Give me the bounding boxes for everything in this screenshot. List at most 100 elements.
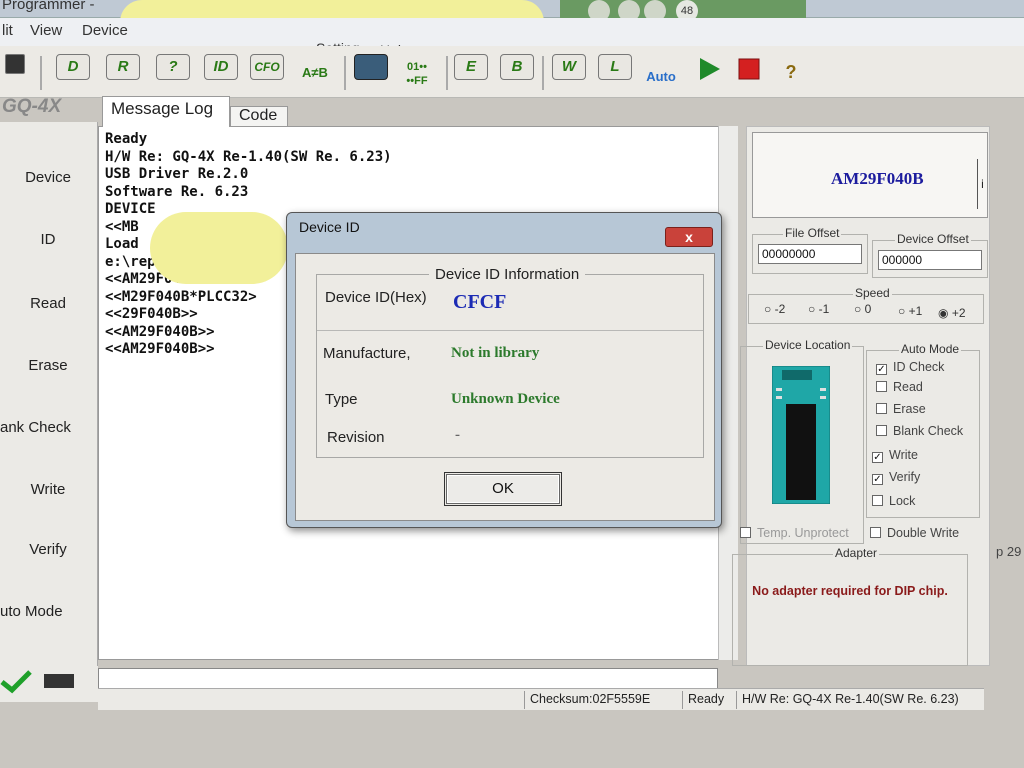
info-row-manufacture: Manufacture, Not in library — [317, 331, 703, 379]
manufacture-value: Not in library — [451, 345, 540, 361]
temp-unprotect-checkbox[interactable]: Temp. Unprotect — [740, 526, 849, 540]
sidebar-item-blank-check[interactable]: ank Check — [0, 408, 96, 448]
device-offset-field[interactable]: 000000 — [878, 250, 982, 270]
revision-value: - — [455, 427, 460, 443]
save-icon[interactable] — [2, 54, 28, 92]
auto-read-checkbox[interactable]: Read — [876, 380, 923, 394]
info-row-device-id: Device ID(Hex) CFCF — [317, 281, 703, 331]
speed-radio-plus1[interactable]: ○ +1 — [898, 304, 922, 318]
run-icon[interactable] — [690, 54, 728, 92]
speed-radio-minus2[interactable]: ○ -2 — [764, 302, 785, 316]
speed-radio-0[interactable]: ○ 0 — [854, 302, 871, 316]
sidebar: Device ID Read Erase ank Check Write Ver… — [0, 122, 98, 666]
device-location-label: Device Location — [763, 338, 853, 352]
info-row-revision: Revision - — [317, 419, 703, 457]
double-write-checkbox[interactable]: Double Write — [870, 526, 959, 540]
clipped-edge-text: p 29 — [996, 544, 1022, 559]
menu-view[interactable]: View — [30, 22, 62, 39]
info-row-type: Type Unknown Device — [317, 379, 703, 419]
toolbar-separator — [40, 56, 42, 90]
erase-icon[interactable]: E — [452, 54, 490, 92]
checkbox-box: ✓ — [872, 474, 883, 485]
toolbar-separator — [446, 56, 448, 90]
read-device-icon[interactable]: D — [54, 54, 92, 92]
adapter-message: No adapter required for DIP chip. — [752, 584, 948, 598]
read-icon[interactable]: R — [104, 54, 142, 92]
auto-id-check-checkbox[interactable]: ✓ ID Check — [876, 360, 944, 375]
menu-edit[interactable]: lit — [2, 22, 13, 39]
auto-write-checkbox[interactable]: ✓ Write — [872, 448, 918, 463]
speed-option-label: +1 — [908, 304, 923, 318]
sidebar-item-write[interactable]: Write — [0, 470, 96, 510]
buffer-editor-icon[interactable] — [352, 54, 390, 92]
auto-lock-checkbox[interactable]: Lock — [872, 494, 915, 508]
sidebar-item-erase[interactable]: Erase — [0, 346, 96, 386]
checkbox-label: Blank Check — [893, 424, 964, 438]
device-offset-label: Device Offset — [895, 232, 971, 246]
checkbox-box: ✓ — [872, 452, 883, 463]
file-offset-field[interactable]: 00000000 — [758, 244, 862, 264]
cfo-icon[interactable]: CFO — [248, 54, 286, 92]
speed-option-label: +2 — [951, 306, 966, 320]
auto-erase-checkbox[interactable]: Erase — [876, 402, 926, 416]
sidebar-item-auto-mode[interactable]: uto Mode — [0, 592, 96, 632]
device-name-box: AM29F040B i — [752, 132, 988, 218]
tab-message-log[interactable]: Message Log — [102, 96, 230, 127]
device-id-label: Device ID(Hex) — [325, 289, 427, 306]
speed-radio-plus2[interactable]: ◉ +2 — [938, 306, 966, 320]
help-icon[interactable]: ? — [772, 54, 810, 92]
status-state: Ready — [682, 691, 736, 709]
verify-icon[interactable]: ? — [154, 54, 192, 92]
menu-bar: lit View Device Setting Help — [0, 18, 1024, 58]
device-id-value: CFCF — [453, 291, 507, 313]
blank-icon[interactable]: B — [498, 54, 536, 92]
lock-icon[interactable]: L — [596, 54, 634, 92]
double-write-label: Double Write — [887, 526, 960, 540]
log-line: Ready — [105, 131, 148, 147]
dialog-title: Device ID — [299, 219, 360, 235]
sidebar-item-device[interactable]: Device — [0, 158, 96, 198]
tab-bar: Message Log Code — [98, 96, 748, 128]
adapter-group: Adapter — [732, 546, 968, 666]
device-select-button[interactable]: i — [977, 159, 987, 209]
speed-label: Speed — [853, 286, 892, 300]
id-icon[interactable]: ID — [202, 54, 240, 92]
speed-option-label: -2 — [774, 302, 786, 316]
app-logo: GQ-4X — [2, 96, 62, 117]
speed-option-label: -1 — [818, 302, 830, 316]
checkbox-box — [870, 527, 881, 538]
tab-code[interactable]: Code — [230, 106, 288, 128]
ok-button[interactable]: OK — [446, 474, 560, 504]
auto-mode-label: Auto Mode — [899, 342, 962, 356]
stop-icon[interactable] — [730, 54, 768, 92]
device-name: AM29F040B — [831, 169, 924, 188]
file-offset-label: File Offset — [783, 226, 842, 240]
checkbox-box — [876, 425, 887, 436]
auto-verify-checkbox[interactable]: ✓ Verify — [872, 470, 920, 485]
redaction-mark — [150, 212, 288, 284]
speed-radio-minus1[interactable]: ○ -1 — [808, 302, 829, 316]
compare-icon[interactable]: A≠B — [296, 54, 334, 92]
temp-unprotect-label: Temp. Unprotect — [757, 526, 849, 540]
device-id-info-group: Device ID Information Device ID(Hex) CFC… — [316, 266, 704, 458]
menu-device[interactable]: Device — [82, 22, 128, 39]
write-icon[interactable]: W — [550, 54, 588, 92]
checkbox-box — [876, 403, 887, 414]
auto-icon[interactable]: Auto — [642, 54, 680, 92]
hex-icon[interactable]: 01•• ••FF — [398, 54, 436, 92]
toolbar: D R ? ID CFO A≠B 01•• ••FF E B W L Auto … — [0, 46, 1024, 98]
checkbox-box — [872, 495, 883, 506]
dialog-close-button[interactable]: x — [665, 227, 713, 247]
manufacture-label: Manufacture, — [323, 345, 411, 362]
sidebar-item-read[interactable]: Read — [0, 284, 96, 324]
sidebar-item-id[interactable]: ID — [0, 220, 96, 260]
sidebar-item-verify[interactable]: Verify — [0, 530, 96, 570]
checkbox-label: Lock — [889, 494, 916, 508]
toolbar-separator — [344, 56, 346, 90]
checkbox-label: Erase — [893, 402, 926, 416]
log-line: Software Re. 6.23 — [105, 183, 249, 200]
dialog-body: Device ID Information Device ID(Hex) CFC… — [295, 253, 715, 521]
auto-blank-check-checkbox[interactable]: Blank Check — [876, 424, 963, 438]
zif-socket-icon — [772, 366, 830, 504]
log-line: H/W Re: GQ-4X Re-1.40(SW Re. 6.23) — [105, 148, 392, 165]
